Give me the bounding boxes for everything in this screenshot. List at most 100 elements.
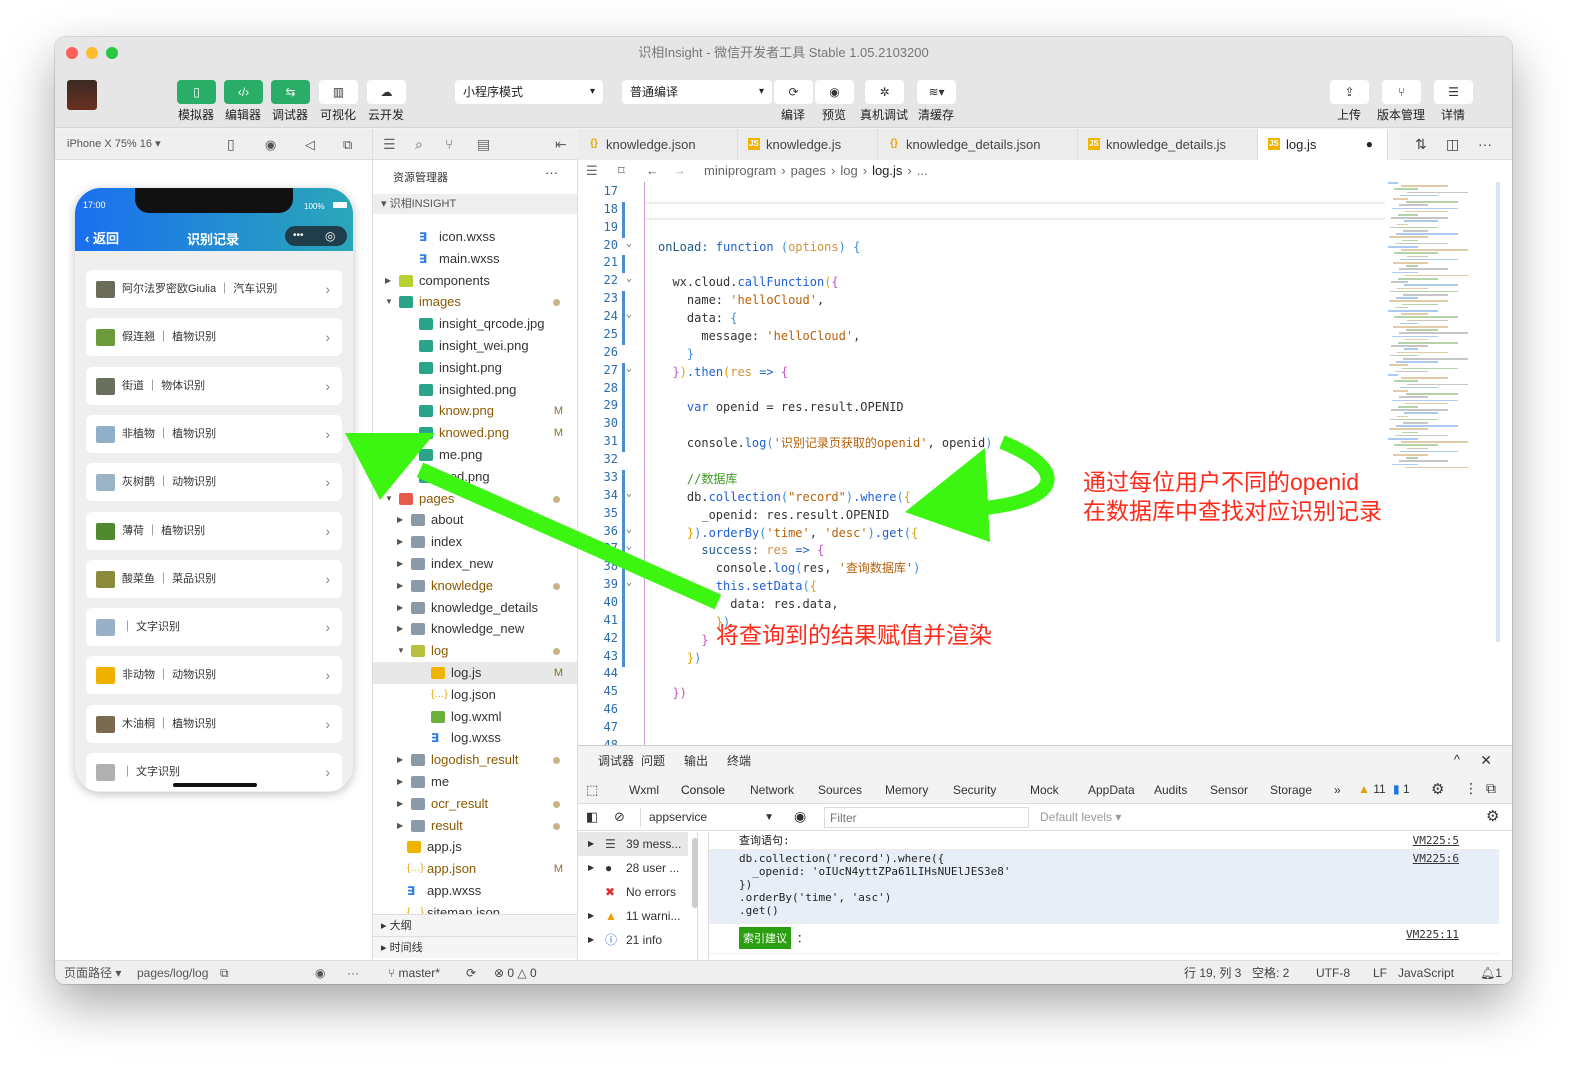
folder-item[interactable]: ▶ index_new: [373, 553, 577, 575]
close-panel-icon[interactable]: ✕: [1480, 752, 1492, 769]
file-item[interactable]: med.png: [373, 466, 577, 488]
minimize-window-button[interactable]: [86, 47, 98, 59]
file-item[interactable]: insight_wei.png: [373, 335, 577, 357]
branch-tool-button[interactable]: ⑂ 版本管理: [1377, 80, 1425, 122]
menu-tool-button[interactable]: ☰ 详情: [1434, 80, 1473, 122]
indent-setting[interactable]: 空格: 2: [1252, 961, 1289, 984]
code-editor[interactable]: 17 18 19 20 ⌄ onLoad: function (options) {21 2…: [578, 182, 1512, 745]
debug-top-tab[interactable]: 输出: [684, 746, 708, 776]
copy-icon[interactable]: ⧉: [220, 961, 229, 984]
breadcrumb-item[interactable]: log.js: [872, 163, 902, 178]
log-levels-select[interactable]: Default levels ▾: [1040, 810, 1121, 824]
fold-chevron-icon[interactable]: ⌄: [626, 577, 632, 588]
eye-icon[interactable]: ◉: [315, 961, 325, 984]
list-icon[interactable]: ☰: [586, 160, 598, 182]
devtools-tab[interactable]: Security: [953, 776, 996, 804]
source-link[interactable]: VM225:6: [1413, 852, 1459, 865]
record-list-item[interactable]: 街道 ｜ 物体识别 ›: [86, 366, 342, 405]
chevron-right-icon[interactable]: ▶: [385, 270, 395, 292]
devtools-tab[interactable]: Network: [750, 776, 794, 804]
settings-icon[interactable]: ⚙: [1431, 780, 1444, 798]
capsule-menu[interactable]: ••• ◎: [285, 226, 347, 246]
chevron-right-icon[interactable]: ▶: [397, 597, 407, 619]
console-filter-item[interactable]: ▶ ● 28 user ...: [578, 856, 688, 880]
devtools-tab[interactable]: Console: [675, 776, 732, 806]
context-select[interactable]: appservice ▼: [640, 808, 780, 827]
debug-top-tab[interactable]: 问题: [641, 746, 665, 776]
folder-item[interactable]: ▶ me: [373, 771, 577, 793]
source-link[interactable]: VM225:11: [1406, 928, 1459, 941]
popout-icon[interactable]: ⧉: [343, 129, 352, 160]
volume-icon[interactable]: ◁: [305, 129, 315, 160]
sidebar-scrollbar[interactable]: [692, 838, 698, 908]
chevron-down-icon[interactable]: ▼: [385, 291, 395, 313]
code-tool-button[interactable]: ‹/› 编辑器: [224, 80, 263, 122]
console-filter-input[interactable]: [824, 807, 1029, 828]
more-icon[interactable]: ···: [1478, 129, 1492, 160]
chevron-right-icon[interactable]: ▶: [397, 553, 407, 575]
folder-item[interactable]: ▼ images: [373, 291, 577, 313]
folder-item[interactable]: ▶ components: [373, 270, 577, 292]
list-icon[interactable]: ☰: [383, 129, 396, 160]
problems-indicator[interactable]: ⊗ 0 △ 0: [494, 961, 537, 984]
folder-item[interactable]: ▼ pages: [373, 488, 577, 510]
save-icon[interactable]: ▤: [477, 129, 490, 160]
folder-item[interactable]: ▶ knowledge_new: [373, 618, 577, 640]
search-icon[interactable]: ⌕: [415, 129, 423, 160]
devtools-tab[interactable]: AppData: [1088, 776, 1135, 804]
phone-tool-button[interactable]: ▯ 模拟器: [177, 80, 216, 122]
breadcrumb-item[interactable]: log: [840, 163, 857, 178]
collapse-panel-icon[interactable]: ⇤: [555, 129, 567, 160]
folder-item[interactable]: ▼ log: [373, 640, 577, 662]
close-miniprogram-icon[interactable]: ◎: [325, 226, 335, 246]
cloud-tool-button[interactable]: ☁ 云开发: [367, 80, 406, 122]
language-mode[interactable]: JavaScript: [1398, 961, 1454, 984]
editor-tab[interactable]: JS knowledge_details.js: [1078, 129, 1258, 160]
editor-tab[interactable]: {} knowledge.json: [578, 129, 738, 160]
file-item[interactable]: know.png M: [373, 400, 577, 422]
file-item[interactable]: ∃ icon.wxss: [373, 226, 577, 248]
record-list-item[interactable]: 薄荷 ｜ 植物识别 ›: [86, 511, 342, 550]
file-item[interactable]: app.js: [373, 836, 577, 858]
chevron-right-icon[interactable]: ▶: [397, 618, 407, 640]
file-item[interactable]: ∃ log.wxss: [373, 727, 577, 749]
folder-item[interactable]: ▶ index: [373, 531, 577, 553]
editor-tab[interactable]: JS knowledge.js: [738, 129, 878, 160]
devtools-tab[interactable]: Sensor: [1210, 776, 1248, 804]
folder-item[interactable]: ▶ about: [373, 509, 577, 531]
chevron-down-icon[interactable]: ▼: [385, 488, 395, 510]
bookmark-icon[interactable]: ⌑: [618, 160, 625, 182]
devtools-tab[interactable]: »: [1334, 776, 1341, 804]
maximize-panel-icon[interactable]: ^: [1454, 752, 1460, 767]
maximize-window-button[interactable]: [106, 47, 118, 59]
cursor-position[interactable]: 行 19, 列 3: [1184, 961, 1241, 984]
console-filter-item[interactable]: ✖ No errors: [578, 880, 688, 904]
editor-tab[interactable]: JS log.js ●: [1258, 129, 1388, 160]
chevron-right-icon[interactable]: ▶: [397, 531, 407, 553]
clear-console-icon[interactable]: ⊘: [614, 809, 625, 825]
file-item[interactable]: {…} log.json: [373, 684, 577, 706]
chevron-right-icon[interactable]: ▶: [397, 793, 407, 815]
file-item[interactable]: log.wxml: [373, 706, 577, 728]
folder-item[interactable]: ▶ logodish_result: [373, 749, 577, 771]
outline-section[interactable]: ▸ 大纲: [373, 914, 577, 936]
chevron-right-icon[interactable]: ▶: [397, 575, 407, 597]
encoding[interactable]: UTF-8: [1316, 961, 1350, 984]
file-item[interactable]: {…} app.json M: [373, 858, 577, 880]
warning-count[interactable]: ▲ 11: [1358, 782, 1386, 796]
folder-item[interactable]: ▶ knowledge_details: [373, 597, 577, 619]
breadcrumb-item[interactable]: ...: [917, 163, 928, 178]
file-item[interactable]: ∃ app.wxss: [373, 880, 577, 902]
file-item[interactable]: knowed.png M: [373, 422, 577, 444]
bug-tool-button[interactable]: ✲ 真机调试: [860, 80, 908, 122]
fold-chevron-icon[interactable]: ⌄: [626, 488, 632, 499]
record-list-item[interactable]: 非植物 ｜ 植物识别 ›: [86, 414, 342, 453]
console-filter-item[interactable]: ▶ ☰ 39 mess...: [578, 832, 688, 856]
device-select[interactable]: iPhone X 75% 16 ▾: [67, 138, 161, 150]
notifications[interactable]: 🔔︎1: [1480, 961, 1502, 984]
inspect-icon[interactable]: ⬚: [586, 782, 598, 798]
close-window-button[interactable]: [66, 47, 78, 59]
chevron-down-icon[interactable]: ▼: [397, 640, 407, 662]
git-branch[interactable]: ⑂ master*: [388, 961, 440, 984]
page-path-select[interactable]: 页面路径 ▾: [64, 961, 121, 984]
